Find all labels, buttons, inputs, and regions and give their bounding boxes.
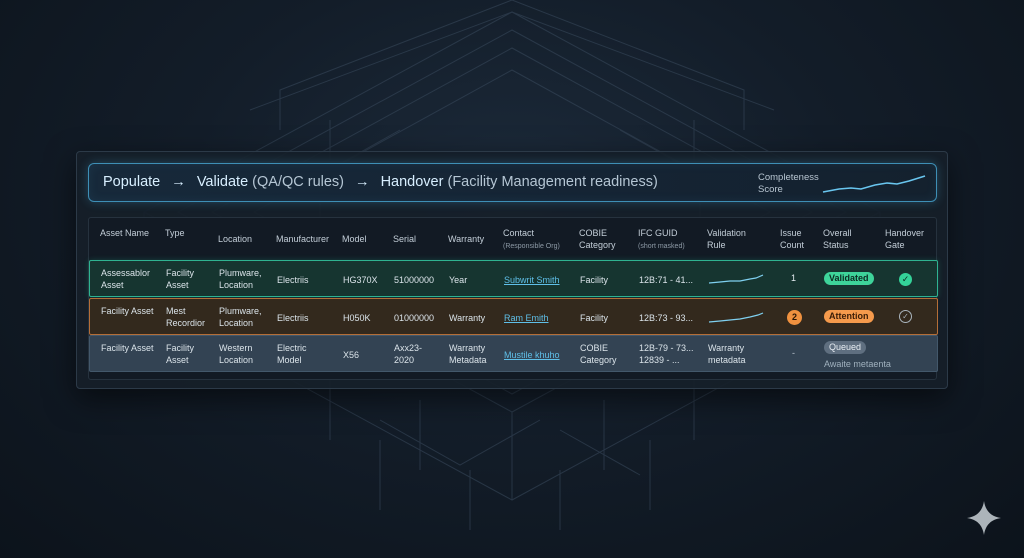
cell-model: HG370X — [343, 275, 378, 285]
cell-serial: Axx23- 2020 — [394, 343, 423, 365]
cell-warranty: Year — [449, 275, 468, 285]
cell-manufacturer: Electric Model — [277, 343, 307, 365]
status-badge: Queued — [824, 341, 867, 354]
cell-ifc-guid: 12B:71 - 41... — [639, 275, 694, 285]
cell-type: Facility Asset — [166, 343, 195, 365]
cell-manufacturer: Electriis — [277, 275, 309, 285]
table-header: Asset Name Type Location Manufacturer Mo… — [89, 218, 938, 258]
col-ifc-guid[interactable]: IFC GUID (short masked) — [638, 227, 700, 253]
cell-asset-name: Assessablor Asset — [101, 268, 151, 290]
sparkle-star-icon — [967, 501, 1001, 535]
step-handover-note: (Facility Management readiness) — [447, 174, 658, 190]
cell-location: Western Location — [219, 343, 254, 365]
asset-table: Asset Name Type Location Manufacturer Mo… — [88, 217, 938, 380]
col-overall-status[interactable]: Overall Status — [823, 227, 863, 251]
cell-asset-name: Facility Asset — [101, 306, 154, 316]
cell-model: H050K — [343, 313, 371, 323]
cell-asset-name: Facility Asset — [101, 343, 154, 353]
step-handover[interactable]: Handover — [381, 174, 444, 190]
issue-count: - — [792, 348, 795, 358]
cell-warranty: Warranty Metadata — [449, 343, 487, 365]
status-badge: Attention — [824, 310, 874, 323]
cell-cobie-category: Facility — [580, 275, 609, 285]
cell-manufacturer: Electriis — [277, 313, 309, 323]
asset-validation-panel: Populate → Validate (QA/QC rules) → Hand… — [76, 151, 948, 389]
issue-count-badge: 2 — [787, 310, 802, 325]
col-contact-label: Contact — [503, 228, 535, 238]
cell-type: Facility Asset — [166, 268, 195, 290]
col-location[interactable]: Location — [218, 233, 273, 245]
contact-link[interactable]: Ram Emith — [504, 312, 549, 324]
step-validate-note: (QA/QC rules) — [252, 174, 345, 190]
table-row[interactable]: Facility Asset Facility Asset Western Lo… — [89, 335, 938, 372]
col-ifc-guid-label: IFC GUID — [638, 228, 678, 238]
check-circle-outline-icon[interactable]: ✓ — [899, 310, 912, 323]
col-warranty[interactable]: Warranty — [448, 233, 493, 245]
issue-count: 1 — [791, 273, 797, 283]
workflow-header-bar: Populate → Validate (QA/QC rules) → Hand… — [88, 163, 937, 202]
col-type[interactable]: Type — [165, 227, 205, 239]
cell-type: Mest Recordior — [166, 306, 206, 328]
status-badge: Validated — [824, 272, 874, 285]
cell-cobie-category: COBIE Category — [580, 343, 617, 365]
col-issue-count[interactable]: Issue Count — [780, 227, 812, 251]
validation-sparkline-icon — [708, 312, 764, 323]
col-cobie-category[interactable]: COBIE Category — [579, 227, 624, 251]
completeness-sparkline-icon — [822, 175, 926, 193]
cell-cobie-category: Facility — [580, 313, 609, 323]
contact-link[interactable]: Mustile khuho — [504, 349, 560, 361]
col-model[interactable]: Model — [342, 233, 382, 245]
col-validation-rule[interactable]: Validation Rule — [707, 227, 757, 251]
table-row[interactable]: Assessablor Asset Facility Asset Plumwar… — [89, 260, 938, 297]
col-ifc-guid-sub: (short masked) — [638, 243, 685, 250]
status-note: Awaite metaenta — [824, 359, 891, 369]
cell-serial: 51000000 — [394, 275, 435, 285]
col-contact[interactable]: Contact (Responsible Org) — [503, 227, 573, 253]
check-circle-icon[interactable]: ✓ — [899, 273, 912, 286]
cell-serial: 01000000 — [394, 313, 435, 323]
cell-ifc-guid: 12B-79 - 73... 12839 - ... — [639, 343, 694, 365]
validation-sparkline-icon — [708, 274, 764, 284]
cell-location: Plumware, Location — [219, 268, 262, 290]
cell-model: X56 — [343, 350, 360, 360]
col-handover-gate[interactable]: Handover Gate — [885, 227, 930, 251]
col-asset-name[interactable]: Asset Name — [100, 227, 160, 239]
col-serial[interactable]: Serial — [393, 233, 433, 245]
cell-validation-rule: Warranty metadata — [708, 343, 746, 365]
arrow-right-icon: → — [355, 174, 370, 190]
completeness-score-label: Completeness Score — [758, 172, 819, 195]
arrow-right-icon: → — [171, 174, 186, 190]
col-contact-sub: (Responsible Org) — [503, 243, 560, 250]
col-manufacturer[interactable]: Manufacturer — [276, 233, 336, 245]
cell-ifc-guid: 12B:73 - 93... — [639, 313, 694, 323]
cell-warranty: Warranty — [449, 313, 486, 323]
step-validate[interactable]: Validate — [197, 174, 248, 190]
contact-link[interactable]: Subwrit Smith — [504, 274, 560, 286]
cell-location: Plumware, Location — [219, 306, 262, 328]
workflow-pipeline: Populate → Validate (QA/QC rules) → Hand… — [103, 174, 658, 190]
step-populate[interactable]: Populate — [103, 174, 160, 190]
table-row[interactable]: Facility Asset Mest Recordior Plumware, … — [89, 298, 938, 335]
